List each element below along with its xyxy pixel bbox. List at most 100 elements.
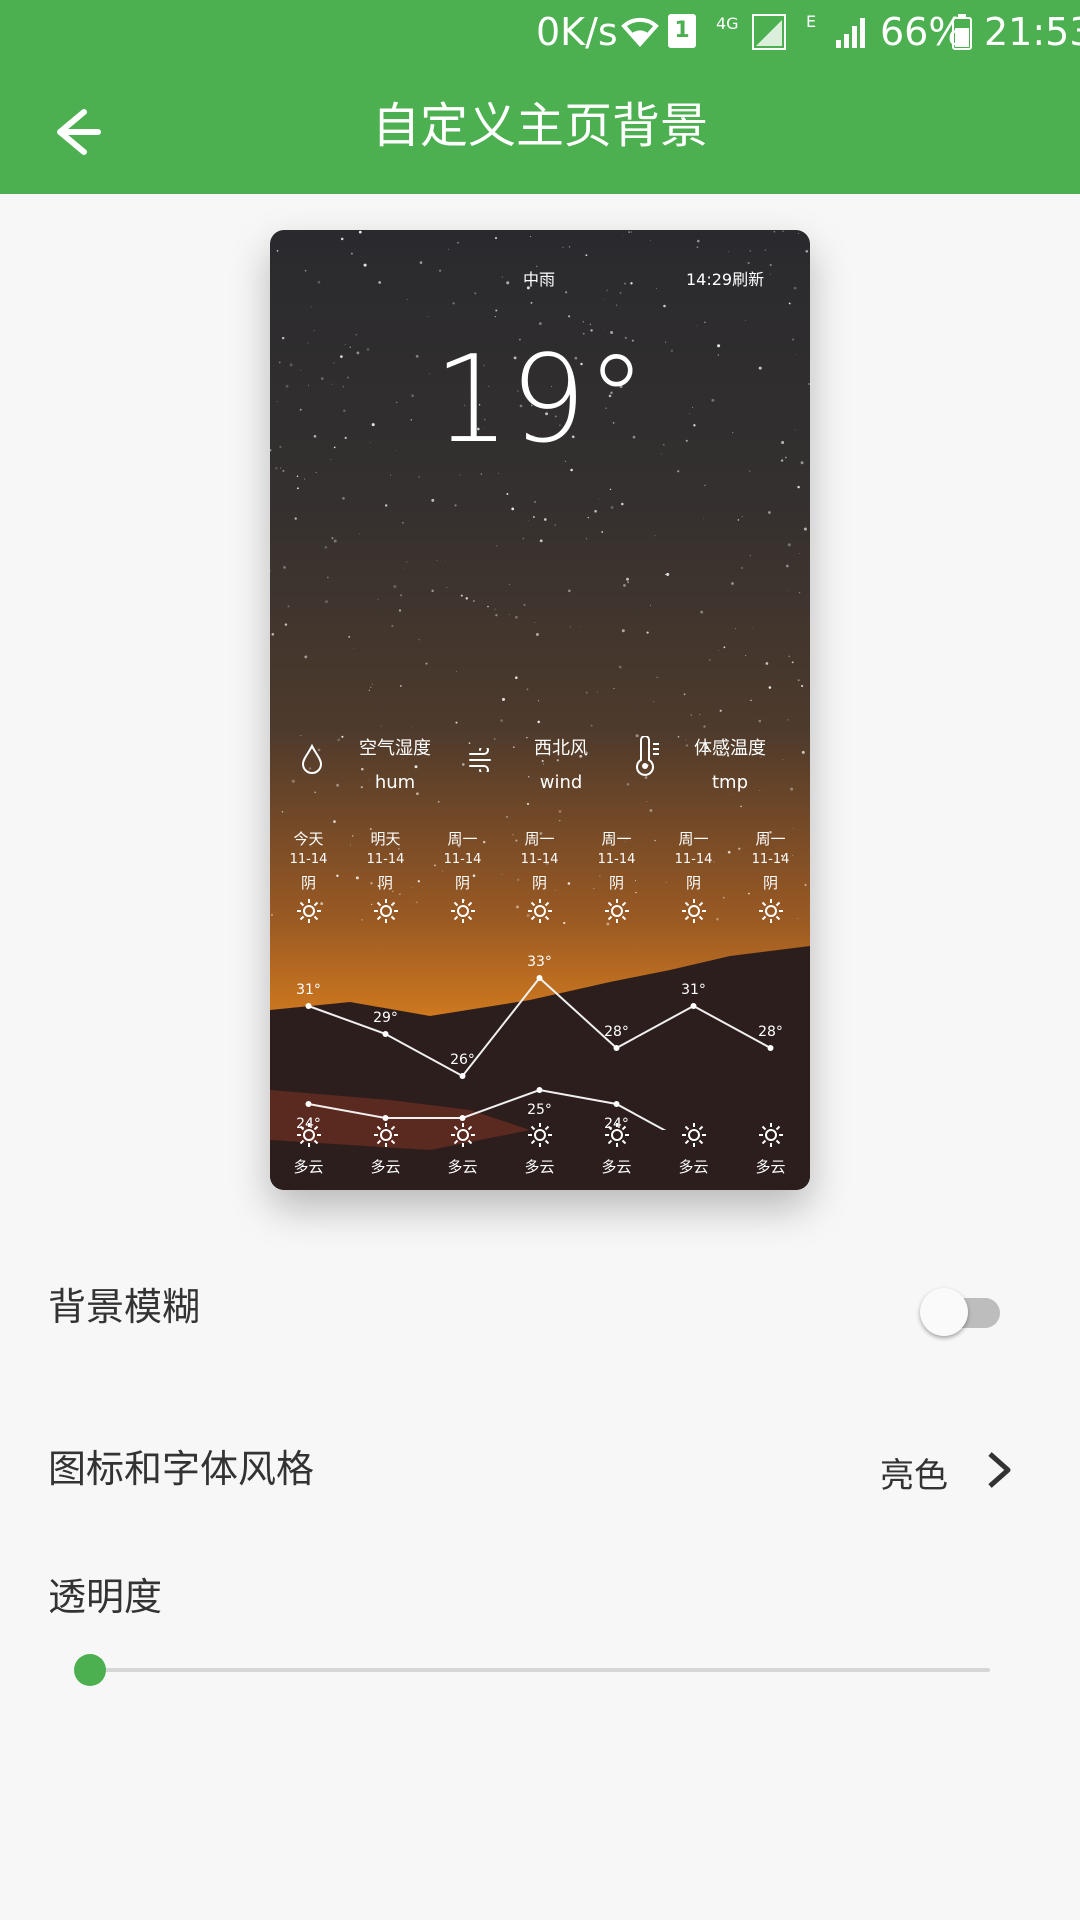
high-temp-point: [459, 1073, 466, 1079]
chevron-right-icon[interactable]: [980, 1450, 1020, 1490]
forecast-weather: 阴: [685, 874, 701, 892]
high-temp-label: 31°: [681, 982, 706, 998]
forecast-night-weather: 多云: [524, 1158, 555, 1176]
sun-icon: [527, 899, 552, 923]
feels-like-value: tmp: [711, 772, 749, 793]
forecast-weather: 阴: [377, 874, 393, 892]
toggle-thumb: [920, 1288, 968, 1336]
forecast-day-column: 今天 11-14 阴: [270, 830, 347, 924]
forecast-day-column: 明天 11-14 阴: [347, 830, 424, 924]
high-temp-point: [305, 1003, 312, 1009]
feels-like-label: 体感温度: [694, 738, 766, 759]
forecast-day: 周一: [601, 830, 632, 848]
slider-rail: [90, 1668, 990, 1672]
forecast-day: 周一: [447, 830, 478, 848]
sun-icon: [758, 1123, 783, 1147]
wind-label: 西北风: [534, 738, 588, 759]
opacity-row: 透明度: [0, 1542, 1080, 1652]
forecast-date: 11-14: [520, 852, 559, 867]
temperature-chart: 31°29°26°33°28°31°28°24°23°23°25°24°21°2…: [296, 954, 783, 1130]
forecast-night-column: 多云: [732, 1122, 809, 1182]
sun-icon: [758, 899, 783, 923]
low-temp-point: [459, 1115, 466, 1121]
battery-icon: [952, 14, 972, 50]
forecast-weather: 阴: [454, 874, 470, 892]
wind-value: wind: [539, 772, 583, 793]
refresh-time: 14:29刷新: [686, 270, 765, 289]
high-temp-point: [613, 1045, 620, 1051]
background-preview-card: 中雨 14:29刷新 19° 空气湿度 hum 西北风 wind 体感温度 tm…: [270, 230, 810, 1190]
high-temp-label: 26°: [450, 1052, 475, 1068]
forecast-date: 11-14: [443, 852, 482, 867]
forecast-day-column: 周一 11-14 阴: [732, 830, 809, 924]
forecast-night-column: 多云: [655, 1122, 732, 1182]
humidity-label: 空气湿度: [359, 738, 431, 759]
sun-icon: [681, 1123, 706, 1147]
network-4g-label: 4G: [716, 14, 739, 33]
sun-icon: [604, 899, 629, 923]
forecast-day: 明天: [370, 830, 401, 848]
forecast-weather: 阴: [762, 874, 778, 892]
sun-icon: [604, 1123, 629, 1147]
humidity-value: hum: [374, 772, 416, 793]
net-speed: 0K/s: [536, 10, 618, 54]
high-temp-label: 28°: [604, 1024, 629, 1040]
thermometer-icon: [636, 736, 659, 776]
low-temp-point: [536, 1087, 543, 1093]
blur-label: 背景模糊: [48, 1285, 201, 1329]
sun-icon: [450, 1123, 475, 1147]
high-temp-point: [536, 975, 543, 981]
forecast-weather: 阴: [531, 874, 547, 892]
high-temp-label: 29°: [373, 1010, 398, 1026]
sun-icon: [450, 899, 475, 923]
forecast-night-column: 多云: [270, 1122, 347, 1182]
forecast-day: 今天: [293, 830, 324, 848]
forecast-day-column: 周一 11-14 阴: [501, 830, 578, 924]
high-temp-point: [382, 1031, 389, 1037]
current-temperature: 19°: [433, 331, 647, 470]
forecast-day: 周一: [524, 830, 555, 848]
sim-card-icon: 1: [668, 14, 696, 48]
page-title: 自定义主页背景: [371, 98, 708, 154]
forecast-night-column: 多云: [424, 1122, 501, 1182]
forecast-night-weather: 多云: [370, 1158, 401, 1176]
forecast-weather: 阴: [608, 874, 624, 892]
signal-icon-2: [836, 18, 865, 48]
forecast-night-weather: 多云: [601, 1158, 632, 1176]
sun-icon: [373, 899, 398, 923]
forecast-day-column: 周一 11-14 阴: [655, 830, 732, 924]
forecast-night-weather: 多云: [293, 1158, 324, 1176]
status-bar: 0K/s 1 4G E 66% 21:53: [0, 0, 1080, 66]
forecast-date: 11-14: [597, 852, 636, 867]
low-temp-point: [305, 1101, 312, 1107]
forecast-day-column: 周一 11-14 阴: [424, 830, 501, 924]
forecast-day: 周一: [678, 830, 709, 848]
low-temp-label: 25°: [527, 1102, 552, 1118]
clock: 21:53: [984, 10, 1080, 54]
sun-icon: [373, 1123, 398, 1147]
forecast-night-weather: 多云: [447, 1158, 478, 1176]
signal-icon-1: [752, 14, 786, 50]
sun-icon: [296, 1123, 321, 1147]
opacity-slider[interactable]: [74, 1652, 990, 1688]
forecast-date: 11-14: [751, 852, 790, 867]
icon-font-style-label: 图标和字体风格: [48, 1447, 315, 1491]
high-temp-label: 31°: [296, 982, 321, 998]
wind-icon: [469, 748, 491, 772]
slider-knob[interactable]: [74, 1654, 106, 1686]
wifi-icon: [621, 17, 659, 48]
forecast-weather: 阴: [300, 874, 316, 892]
humidity-drop-icon: [301, 744, 323, 774]
forecast-night-column: 多云: [578, 1122, 655, 1182]
high-temp-label: 33°: [527, 954, 552, 970]
high-temp-label: 28°: [758, 1024, 783, 1040]
forecast-day-column: 周一 11-14 阴: [578, 830, 655, 924]
forecast-night-weather: 多云: [755, 1158, 786, 1176]
blur-setting-row: 背景模糊: [0, 1252, 1080, 1362]
forecast-date: 11-14: [674, 852, 713, 867]
blur-toggle[interactable]: [920, 1286, 1000, 1336]
low-temp-point: [382, 1115, 389, 1121]
forecast-date: 11-14: [366, 852, 405, 867]
high-temp-point: [767, 1045, 774, 1051]
forecast-night-column: 多云: [501, 1122, 578, 1182]
